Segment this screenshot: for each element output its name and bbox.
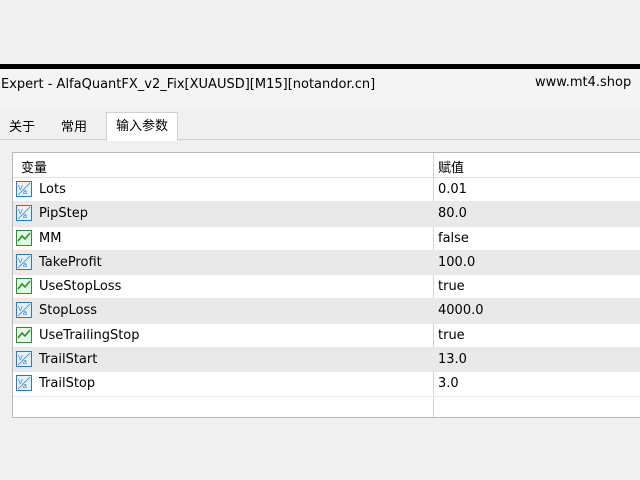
table-row[interactable]: UseTrailingStop true — [13, 324, 640, 349]
watermark-text: www.mt4.shop — [535, 75, 632, 90]
parameter-name: TrailStop — [39, 376, 96, 392]
parameter-name: StopLoss — [39, 303, 98, 319]
tab-strip: 关于 常用 输入参数 — [0, 112, 640, 141]
numeric-value-icon: Va — [16, 181, 32, 197]
parameter-value[interactable]: 3.0 — [438, 376, 459, 391]
svg-text:a: a — [23, 359, 27, 366]
header-variable[interactable]: 变量 — [21, 157, 47, 176]
svg-text:a: a — [23, 213, 27, 220]
svg-text:a: a — [23, 310, 27, 317]
table-row[interactable]: Va TrailStop 3.0 — [13, 372, 640, 397]
numeric-value-icon: Va — [16, 351, 32, 368]
table-row[interactable]: Va TrailStart 13.0 — [13, 348, 640, 373]
parameter-value[interactable]: 4000.0 — [438, 303, 484, 318]
numeric-value-icon: Va — [16, 375, 32, 392]
parameter-name: UseStopLoss — [39, 279, 122, 295]
parameter-name: TakeProfit — [39, 254, 102, 270]
parameter-value[interactable]: 0.01 — [438, 182, 467, 197]
svg-text:a: a — [23, 383, 27, 390]
tab-about[interactable]: 关于 — [2, 116, 42, 140]
boolean-value-icon — [16, 326, 32, 343]
parameter-value[interactable]: 13.0 — [438, 352, 467, 367]
tab-common[interactable]: 常用 — [52, 116, 96, 140]
parameter-value[interactable]: 80.0 — [438, 206, 467, 221]
table-row[interactable]: UseStopLoss true — [13, 275, 640, 300]
numeric-value-icon: Va — [16, 205, 32, 222]
svg-text:a: a — [23, 189, 27, 196]
table-row[interactable]: Va Lots 0.01 — [13, 178, 640, 203]
title-bar: Expert - AlfaQuantFX_v2_Fix[XUAUSD][M15]… — [0, 69, 640, 109]
grid-header: 变量 赋值 — [13, 153, 640, 178]
parameter-value[interactable]: false — [438, 231, 469, 246]
table-row[interactable]: Va TakeProfit 100.0 — [13, 250, 640, 276]
tab-panel: 变量 赋值 Va Lots 0.01 Va PipStep 80.0 MM false Va Ta… — [0, 140, 640, 480]
numeric-value-icon: Va — [16, 302, 32, 319]
table-row[interactable]: MM false — [13, 227, 640, 251]
grid-rows: Va Lots 0.01 Va PipStep 80.0 MM false Va TakeProf… — [13, 178, 640, 397]
boolean-value-icon — [16, 278, 32, 295]
parameter-value[interactable]: true — [438, 279, 465, 294]
parameter-name: PipStep — [39, 206, 89, 222]
boolean-value-icon — [16, 229, 32, 246]
parameter-value[interactable]: true — [438, 328, 465, 343]
parameter-name: Lots — [39, 182, 66, 197]
screen-top-blank — [0, 0, 640, 64]
parameter-value[interactable]: 100.0 — [438, 255, 475, 270]
parameter-name: TrailStart — [39, 352, 98, 368]
table-row[interactable]: Va PipStep 80.0 — [13, 202, 640, 227]
window-title: Expert - AlfaQuantFX_v2_Fix[XUAUSD][M15]… — [1, 77, 376, 92]
header-value[interactable]: 赋值 — [438, 157, 464, 176]
parameter-name: MM — [39, 230, 62, 246]
table-row[interactable]: Va StopLoss 4000.0 — [13, 299, 640, 324]
tab-input-parameters[interactable]: 输入参数 — [106, 112, 178, 141]
numeric-value-icon: Va — [16, 253, 32, 270]
parameter-name: UseTrailingStop — [39, 327, 140, 343]
svg-text:a: a — [23, 262, 27, 269]
parameters-grid: 变量 赋值 Va Lots 0.01 Va PipStep 80.0 MM false Va Ta… — [12, 152, 640, 418]
